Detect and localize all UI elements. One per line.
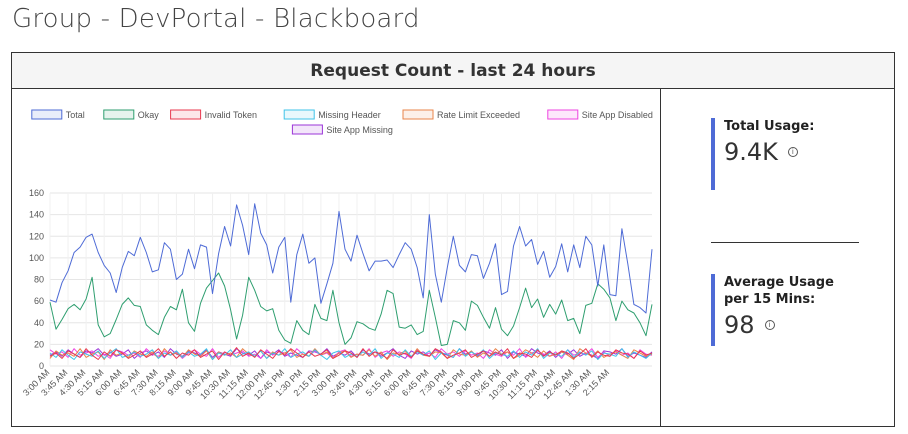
- stats-area: Total Usage: 9.4K i Average Usage per 15…: [661, 88, 894, 426]
- legend-swatch-okay: [103, 109, 135, 120]
- stats-divider: [711, 242, 859, 243]
- info-icon[interactable]: i: [787, 147, 798, 157]
- y-tick-label: 60: [34, 296, 44, 306]
- y-tick-label: 80: [34, 275, 44, 285]
- page-title: Group - DevPortal - Blackboard: [12, 4, 420, 34]
- legend-label-missing-header: Missing Header: [318, 110, 381, 120]
- total-usage-stat: Total Usage: 9.4K i: [711, 118, 814, 190]
- average-usage-value: 98: [724, 311, 755, 339]
- legend-label-site-app-disabled: Site App Disabled: [582, 110, 653, 120]
- legend-label-rate-limit-exceeded: Rate Limit Exceeded: [437, 110, 520, 120]
- total-usage-value-row: 9.4K i: [724, 138, 814, 166]
- info-icon[interactable]: i: [764, 320, 775, 330]
- average-usage-label: Average Usage per 15 Mins:: [724, 275, 834, 307]
- legend-swatch-missing-header: [283, 109, 315, 120]
- legend-label-total: Total: [66, 110, 85, 120]
- chart-area: 0 20 40 60 80 100 120 140 160 3:00 AM 3:45 AM 4:30 …: [12, 88, 661, 426]
- average-usage-stat: Average Usage per 15 Mins: 98 i: [711, 274, 859, 346]
- request-count-chart: 0204060801001201401603:00 AM3:45 AM4:30 …: [21, 109, 653, 402]
- y-tick-label: 120: [29, 231, 44, 241]
- legend-swatch-rate-limit-exceeded: [402, 109, 434, 120]
- legend-swatch-invalid-token: [170, 109, 202, 120]
- y-tick-label: 20: [34, 339, 44, 349]
- panel-title: Request Count - last 24 hours: [12, 53, 894, 89]
- y-tick-label: 100: [29, 253, 44, 263]
- request-count-panel: Request Count - last 24 hours 0 20 40 60 80 1…: [11, 52, 895, 427]
- legend-label-okay: Okay: [138, 110, 160, 120]
- y-tick-label: 40: [34, 318, 44, 328]
- legend-swatch-site-app-missing: [291, 124, 323, 135]
- legend-label-invalid-token: Invalid Token: [205, 110, 257, 120]
- legend-swatch-site-app-disabled: [547, 109, 579, 120]
- total-usage-value: 9.4K: [724, 138, 778, 166]
- y-tick-label: 140: [29, 210, 44, 220]
- legend-label-site-app-missing: Site App Missing: [326, 125, 393, 135]
- legend-swatch-total: [31, 109, 63, 120]
- total-usage-label: Total Usage:: [724, 119, 815, 134]
- y-tick-label: 160: [29, 188, 44, 198]
- average-usage-value-row: 98 i: [724, 311, 859, 339]
